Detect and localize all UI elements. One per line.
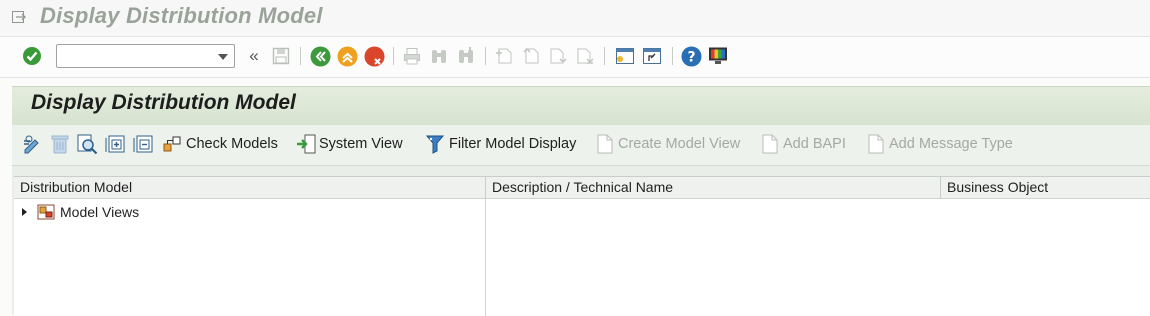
tree-node-label: Model Views <box>60 204 140 220</box>
menu-icon[interactable] <box>11 9 27 25</box>
command-field[interactable] <box>56 44 235 68</box>
display-change-icon[interactable] <box>22 133 44 155</box>
back-icon[interactable] <box>309 45 331 67</box>
document-icon <box>762 134 778 154</box>
system-view-label: System View <box>319 136 403 152</box>
last-page-icon[interactable] <box>574 45 596 67</box>
system-view-button[interactable]: System View <box>295 133 403 155</box>
expand-arrow-icon[interactable] <box>22 208 27 216</box>
cancel-icon[interactable] <box>363 45 385 67</box>
add-message-type-label: Add Message Type <box>889 136 1013 152</box>
document-icon <box>597 134 613 154</box>
toolbar-separator <box>672 47 673 65</box>
delete-icon[interactable] <box>49 133 71 155</box>
collapse-toolbar-icon[interactable]: « <box>243 45 265 67</box>
filter-icon <box>425 135 445 154</box>
create-model-view-button[interactable]: Create Model View <box>594 133 740 155</box>
toolbar-separator <box>393 47 394 65</box>
title-bar: Display Distribution Model <box>0 0 1150 37</box>
model-views-icon <box>37 204 55 220</box>
check-models-button[interactable]: Check Models <box>162 133 278 155</box>
document-icon <box>868 134 884 154</box>
add-message-type-button[interactable]: Add Message Type <box>865 133 1013 155</box>
save-icon[interactable] <box>270 45 292 67</box>
screen-title-bar: Display Distribution Model <box>12 86 1150 125</box>
chevron-down-icon[interactable] <box>218 54 228 60</box>
screen-area: Display Distribution Model Check Models … <box>12 86 1150 316</box>
create-session-icon[interactable] <box>614 45 636 67</box>
expand-all-icon[interactable] <box>104 133 126 155</box>
toolbar-separator <box>300 47 301 65</box>
toolbar-separator <box>485 47 486 65</box>
tree-node-model-views[interactable]: Model Views <box>22 202 139 222</box>
next-page-icon[interactable] <box>547 45 569 67</box>
system-toolbar: « ? <box>0 37 1150 78</box>
svg-text:?: ? <box>687 49 695 65</box>
distribution-model-tree[interactable]: Distribution Model Description / Technic… <box>14 176 1150 316</box>
create-model-view-label: Create Model View <box>618 136 741 152</box>
window-title: Display Distribution Model <box>40 3 323 28</box>
find-in-tree-icon[interactable] <box>76 133 98 155</box>
find-next-icon[interactable] <box>455 45 477 67</box>
collapse-all-icon[interactable] <box>132 133 154 155</box>
check-models-icon <box>163 136 181 152</box>
print-icon[interactable] <box>401 45 423 67</box>
column-divider <box>485 199 486 316</box>
column-header-distribution-model[interactable]: Distribution Model <box>14 177 486 199</box>
system-view-icon <box>297 134 316 154</box>
previous-page-icon[interactable] <box>520 45 542 67</box>
customize-layout-icon[interactable] <box>707 45 729 67</box>
toolbar-separator <box>604 47 605 65</box>
command-input[interactable] <box>60 46 214 68</box>
enter-icon[interactable] <box>21 45 43 67</box>
application-toolbar: Check Models System View Filter Model Di… <box>12 125 1150 166</box>
first-page-icon[interactable] <box>493 45 515 67</box>
create-shortcut-icon[interactable] <box>641 45 663 67</box>
page-title: Display Distribution Model <box>31 91 296 114</box>
help-icon[interactable]: ? <box>680 45 702 67</box>
filter-model-display-label: Filter Model Display <box>449 136 577 152</box>
exit-icon[interactable] <box>336 45 358 67</box>
check-models-label: Check Models <box>186 136 278 152</box>
add-bapi-label: Add BAPI <box>783 136 846 152</box>
find-icon[interactable] <box>428 45 450 67</box>
column-header-description[interactable]: Description / Technical Name <box>486 177 941 199</box>
filter-model-display-button[interactable]: Filter Model Display <box>425 133 576 155</box>
add-bapi-button[interactable]: Add BAPI <box>759 133 846 155</box>
column-header-business-object[interactable]: Business Object <box>941 177 1150 199</box>
